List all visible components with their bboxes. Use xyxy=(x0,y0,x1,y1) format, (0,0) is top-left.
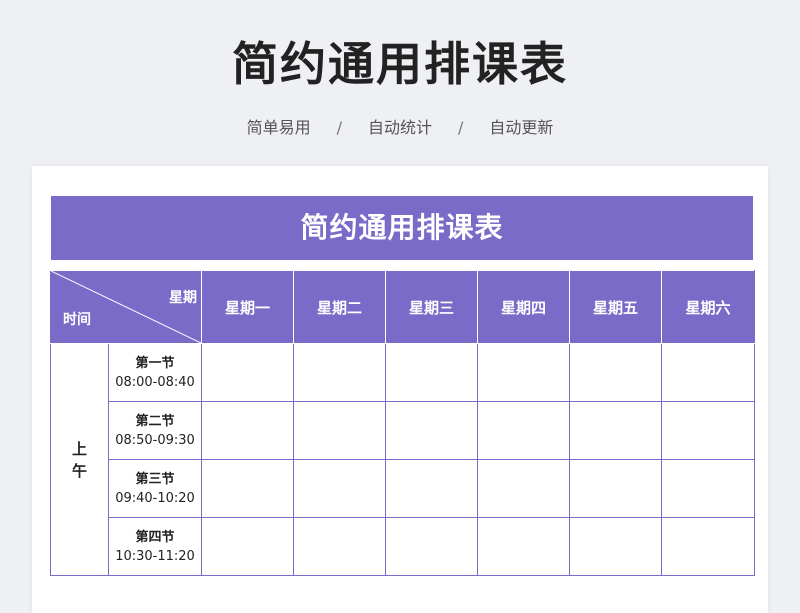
feature-tags: 简单易用 / 自动统计 / 自动更新 xyxy=(0,114,800,138)
schedule-cell[interactable] xyxy=(477,343,570,402)
schedule-cell[interactable] xyxy=(201,459,294,518)
schedule-cell[interactable] xyxy=(293,459,386,518)
table-row: 上 午 第一节 08:00-08:40 xyxy=(50,343,755,576)
day-header-tue: 星期二 xyxy=(293,270,386,344)
schedule-cell[interactable] xyxy=(569,459,662,518)
table-row: 第三节 09:40-10:20 xyxy=(51,459,755,518)
session-label: 上 xyxy=(71,439,87,458)
period-name: 第四节 xyxy=(135,529,175,545)
day-header-wed: 星期三 xyxy=(385,270,478,344)
schedule-cell[interactable] xyxy=(661,459,755,518)
day-header-mon: 星期一 xyxy=(201,270,294,344)
schedule-cell[interactable] xyxy=(569,517,662,576)
table-row: 第四节 10:30-11:20 xyxy=(51,517,755,576)
schedule-cell[interactable] xyxy=(385,459,478,518)
schedule-cell[interactable] xyxy=(477,401,570,460)
schedule-cell[interactable] xyxy=(293,517,386,576)
session-label: 午 xyxy=(71,461,87,480)
period-cell: 第一节 08:00-08:40 xyxy=(108,343,202,402)
diagonal-divider xyxy=(51,271,201,343)
table-row: 第二节 08:50-09:30 xyxy=(51,401,755,460)
schedule-cell[interactable] xyxy=(477,459,570,518)
period-time: 08:50-09:30 xyxy=(115,432,195,448)
tag-separator: / xyxy=(336,118,342,137)
session-morning: 上 午 xyxy=(50,343,109,576)
period-time: 09:40-10:20 xyxy=(115,490,195,506)
schedule-cell[interactable] xyxy=(293,343,386,402)
schedule-cell[interactable] xyxy=(477,517,570,576)
schedule-cell[interactable] xyxy=(385,517,478,576)
period-time: 10:30-11:20 xyxy=(115,548,195,564)
tag-separator: / xyxy=(458,118,464,137)
schedule-cell[interactable] xyxy=(385,401,478,460)
schedule-cell[interactable] xyxy=(569,343,662,402)
day-header-thu: 星期四 xyxy=(477,270,570,344)
page-title: 简约通用排课表 xyxy=(232,37,568,91)
schedule-cell[interactable] xyxy=(201,401,294,460)
schedule-cell[interactable] xyxy=(385,343,478,402)
tag-easy-to-use: 简单易用 xyxy=(246,118,311,137)
schedule-banner: 简约通用排课表 xyxy=(51,196,753,260)
schedule-cell[interactable] xyxy=(201,343,294,402)
tag-auto-statistics: 自动统计 xyxy=(367,118,432,137)
schedule-table: 星期 时间 星期一 星期二 星期三 星期四 星期五 星期六 上 午 第一节 08… xyxy=(50,270,755,576)
period-cell: 第二节 08:50-09:30 xyxy=(108,401,202,460)
corner-label-time: 时间 xyxy=(63,312,91,328)
schedule-cell[interactable] xyxy=(661,343,755,402)
corner-label-weekday: 星期 xyxy=(169,290,197,306)
schedule-cell[interactable] xyxy=(661,517,755,576)
schedule-cell[interactable] xyxy=(293,401,386,460)
period-name: 第二节 xyxy=(135,413,175,429)
period-cell: 第三节 09:40-10:20 xyxy=(108,459,202,518)
schedule-cell[interactable] xyxy=(201,517,294,576)
period-cell: 第四节 10:30-11:20 xyxy=(108,517,202,576)
page: 简约通用排课表 简单易用 / 自动统计 / 自动更新 简约通用排课表 星期 时间… xyxy=(0,0,800,613)
corner-header: 星期 时间 xyxy=(50,270,202,344)
period-name: 第一节 xyxy=(135,355,175,371)
tag-auto-update: 自动更新 xyxy=(489,118,554,137)
period-time: 08:00-08:40 xyxy=(115,374,195,390)
header-row: 星期 时间 星期一 星期二 星期三 星期四 星期五 星期六 xyxy=(50,270,755,344)
period-name: 第三节 xyxy=(135,471,175,487)
schedule-cell[interactable] xyxy=(569,401,662,460)
schedule-sheet: 简约通用排课表 星期 时间 星期一 星期二 星期三 星期四 星期五 星期六 上 … xyxy=(32,166,768,613)
day-header-sat: 星期六 xyxy=(661,270,755,344)
schedule-cell[interactable] xyxy=(661,401,755,460)
day-header-fri: 星期五 xyxy=(569,270,662,344)
